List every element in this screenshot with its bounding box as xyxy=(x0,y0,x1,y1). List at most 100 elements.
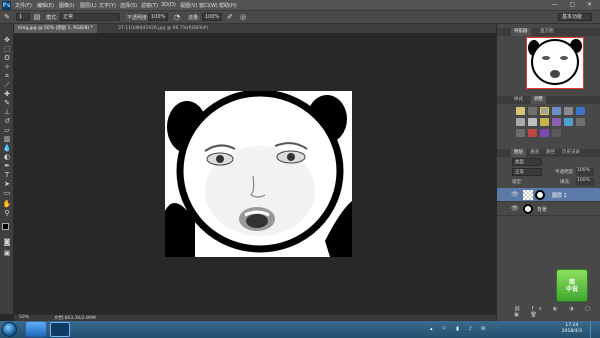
menu-view[interactable]: 视图(V) xyxy=(180,2,197,9)
menu-layer[interactable]: 图层(L) xyxy=(80,2,97,9)
menu-image[interactable]: 图像(I) xyxy=(59,2,74,9)
type-tool-icon[interactable]: T xyxy=(2,171,12,179)
layer-thumbnail xyxy=(523,204,533,214)
blur-tool-icon[interactable]: 💧 xyxy=(2,144,12,152)
menu-help[interactable]: 帮助(H) xyxy=(219,2,237,9)
panda-face-image xyxy=(165,91,352,257)
tab-layers[interactable]: 图层 xyxy=(511,149,526,157)
opacity-input[interactable]: 100% xyxy=(148,13,168,21)
window-controls[interactable]: — ▢ ✕ xyxy=(551,1,597,8)
history-brush-icon[interactable]: ↺ xyxy=(2,117,12,125)
menu-file[interactable]: 文件(F) xyxy=(15,2,32,9)
channel-mixer-icon[interactable] xyxy=(552,118,561,126)
show-desktop-button[interactable] xyxy=(590,321,598,338)
opacity-label: 不透明度: xyxy=(127,15,149,21)
menu-edit[interactable]: 编辑(E) xyxy=(37,2,54,9)
tab-second-doc[interactable]: 37-110d9441926.jpg @ 66.7%(RGB/8#) xyxy=(114,24,212,33)
tab-histogram[interactable]: 直方图 xyxy=(537,28,557,36)
crop-tool-icon[interactable]: ⌗ xyxy=(2,72,12,80)
tab-adjustments[interactable]: 调整 xyxy=(531,96,546,104)
flow-input[interactable]: 100% xyxy=(202,13,222,21)
brush-tool-icon[interactable]: ✎ xyxy=(2,99,12,107)
navigator-thumbnail[interactable] xyxy=(526,37,584,89)
eyedropper-tool-icon[interactable]: ⟋ xyxy=(2,81,12,89)
layer-name[interactable]: 图层 1 xyxy=(552,192,567,199)
screen-mode-icon[interactable]: ▣ xyxy=(2,249,12,257)
layer-opacity-input[interactable]: 100% xyxy=(576,168,594,176)
foreground-color-swatch[interactable] xyxy=(2,223,9,230)
mode-select[interactable]: 正常 xyxy=(60,13,120,21)
ie-taskbar-icon[interactable] xyxy=(26,322,46,337)
badge-line2: 中说 xyxy=(565,286,578,293)
flow-label: 流量: xyxy=(188,15,200,21)
visibility-eye-icon[interactable]: 👁 xyxy=(511,205,519,212)
brush-tool-icon[interactable]: ✎ xyxy=(3,13,11,21)
layer-opacity-label: 不透明度: xyxy=(555,170,575,175)
dodge-tool-icon[interactable]: ◐ xyxy=(2,153,12,161)
pressure-size-icon[interactable]: ◎ xyxy=(239,13,247,21)
invert-icon[interactable] xyxy=(576,118,585,126)
menu-3d[interactable]: 3D(D) xyxy=(161,2,176,8)
tab-navigator[interactable]: 导航器 xyxy=(511,28,531,36)
clock-date: 2018/4/3 xyxy=(561,329,582,334)
exposure-adjust-icon[interactable] xyxy=(552,107,561,115)
layer-filter-select[interactable]: 类型 xyxy=(512,158,542,166)
path-select-icon[interactable]: ➤ xyxy=(2,180,12,188)
curves-adjust-icon[interactable] xyxy=(540,107,549,115)
tab-history[interactable]: 历史记录 xyxy=(559,149,583,157)
hue-saturation-icon[interactable] xyxy=(576,107,585,115)
layer-row-selected[interactable]: 👁 图层 1 xyxy=(497,188,600,202)
selective-color-icon[interactable] xyxy=(540,129,549,137)
brightness-adjust-icon[interactable] xyxy=(516,107,525,115)
airbrush-icon[interactable]: ✐ xyxy=(226,13,234,21)
fill-input[interactable]: 100% xyxy=(576,178,594,186)
brush-size-picker[interactable]: 1 xyxy=(16,13,30,21)
workspace-select[interactable]: 基本功能 xyxy=(558,13,592,21)
system-clock[interactable]: 17:24 2018/4/3 xyxy=(562,323,582,335)
tab-styles[interactable]: 样式 xyxy=(511,96,526,104)
quick-select-icon[interactable]: ✧ xyxy=(2,63,12,71)
document-canvas[interactable] xyxy=(165,91,352,257)
shape-tool-icon[interactable]: ▭ xyxy=(2,189,12,197)
levels-adjust-icon[interactable] xyxy=(528,107,537,115)
healing-brush-icon[interactable]: ✚ xyxy=(2,90,12,98)
start-button[interactable] xyxy=(2,322,17,337)
photo-filter-icon[interactable] xyxy=(540,118,549,126)
black-white-icon[interactable] xyxy=(528,118,537,126)
options-bar: ✎ 1 ▤ 模式: 正常 不透明度: 100% ◔ 流量: 100% ✐ ◎ 基… xyxy=(0,11,600,24)
layer-name[interactable]: 背景 xyxy=(537,206,547,213)
layer-panel-actions[interactable]: ⛓ fx ◐ ◑ ▢ ▣ 🗑 xyxy=(514,306,600,318)
pressure-opacity-icon[interactable]: ◔ xyxy=(173,13,181,21)
hand-tool-icon[interactable]: ✋ xyxy=(2,200,12,208)
pen-tool-icon[interactable]: ✒ xyxy=(2,162,12,170)
menu-type[interactable]: 文字(Y) xyxy=(99,2,116,9)
menu-select[interactable]: 选择(S) xyxy=(120,2,137,9)
menu-window[interactable]: 窗口(W) xyxy=(199,2,218,9)
zoom-tool-icon[interactable]: ⚲ xyxy=(2,209,12,217)
clone-stamp-icon[interactable]: ⊥ xyxy=(2,108,12,116)
document-tabs: timg.jpg @ 50% (图层 1, RGB/8) * 37-110d94… xyxy=(14,24,496,33)
color-lookup-icon[interactable] xyxy=(564,118,573,126)
gradient-map-icon[interactable] xyxy=(552,129,561,137)
marquee-tool-icon[interactable]: ⬚ xyxy=(2,45,12,53)
lasso-tool-icon[interactable]: ʘ xyxy=(2,54,12,62)
quick-mask-icon[interactable]: ◙ xyxy=(2,238,12,246)
menu-filter[interactable]: 滤镜(T) xyxy=(141,2,158,9)
vibrance-adjust-icon[interactable] xyxy=(564,107,573,115)
tab-paths[interactable]: 路径 xyxy=(543,149,558,157)
tray-icons[interactable]: ▴ ⚐ ▮ ♪ ✉ xyxy=(430,326,489,332)
color-balance-icon[interactable] xyxy=(516,118,525,126)
layer-row-background[interactable]: 👁 背景 xyxy=(497,202,600,216)
move-tool-icon[interactable]: ✥ xyxy=(2,36,12,44)
zoom-level[interactable]: 50% xyxy=(19,315,29,320)
brush-panel-icon[interactable]: ▤ xyxy=(33,13,41,21)
tab-timg[interactable]: timg.jpg @ 50% (图层 1, RGB/8) * xyxy=(14,24,97,33)
gradient-tool-icon[interactable]: ▥ xyxy=(2,135,12,143)
visibility-eye-icon[interactable]: 👁 xyxy=(511,191,519,198)
eraser-tool-icon[interactable]: ▱ xyxy=(2,126,12,134)
photoshop-taskbar-icon[interactable] xyxy=(50,322,70,337)
blend-mode-select[interactable]: 正常 xyxy=(512,168,542,176)
threshold-icon[interactable] xyxy=(528,129,537,137)
tab-channels[interactable]: 通道 xyxy=(527,149,542,157)
posterize-icon[interactable] xyxy=(516,129,525,137)
